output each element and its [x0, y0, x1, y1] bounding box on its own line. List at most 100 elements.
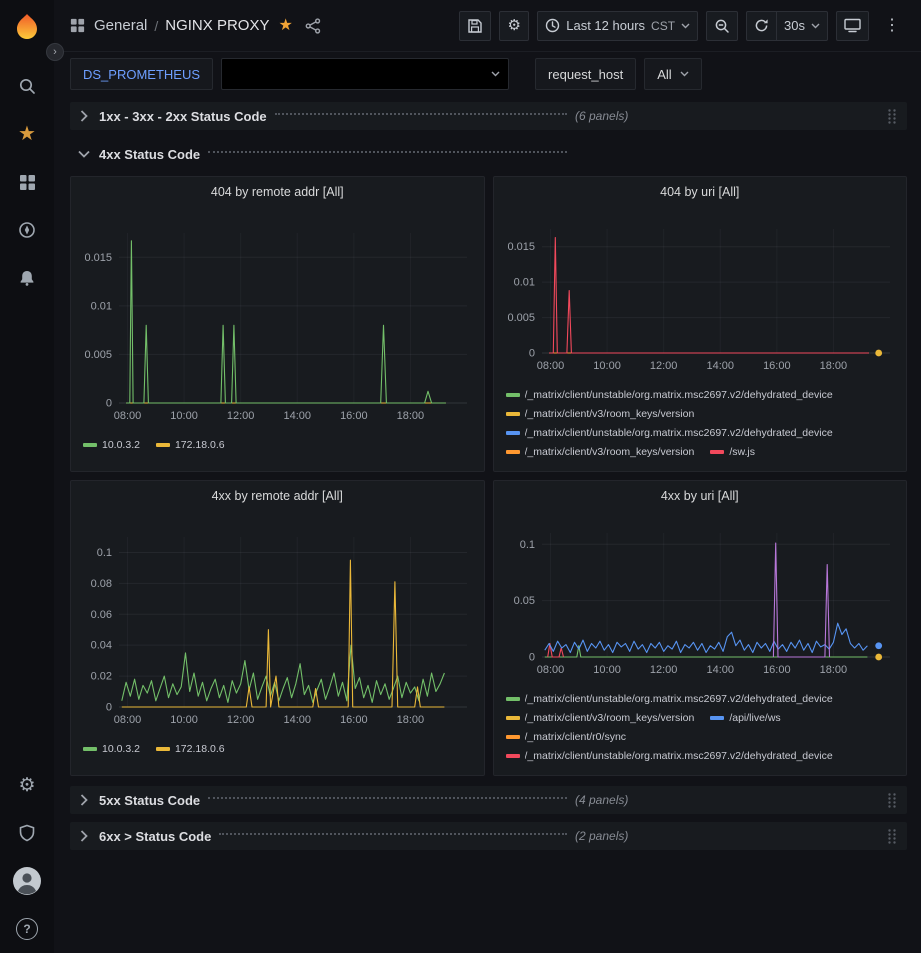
legend-item[interactable]: 172.18.0.6: [156, 436, 225, 454]
breadcrumb-title[interactable]: NGINX PROXY: [165, 17, 269, 34]
legend-item[interactable]: /api/live/ws: [710, 709, 780, 727]
svg-text:18:00: 18:00: [397, 714, 425, 726]
time-series-chart[interactable]: 00.020.040.060.080.108:0010:0012:0014:00…: [73, 511, 484, 736]
svg-text:08:00: 08:00: [536, 360, 564, 372]
svg-text:10:00: 10:00: [593, 360, 621, 372]
sidebar-item-configuration[interactable]: ⚙: [0, 761, 54, 809]
refresh-button[interactable]: [746, 11, 777, 41]
svg-text:10:00: 10:00: [593, 664, 621, 676]
legend-label: /_matrix/client/r0/sync: [525, 728, 627, 746]
legend-swatch: [506, 754, 520, 758]
main-area: General / NGINX PROXY ★ ⚙: [54, 0, 921, 953]
legend-item[interactable]: /sw.js: [710, 443, 755, 461]
chevron-down-icon: [811, 23, 820, 29]
refresh-group: 30s: [746, 11, 828, 41]
apps-grid-icon: [70, 18, 85, 33]
row-4xx[interactable]: 4xx Status Code: [70, 140, 907, 168]
sidebar-item-starred[interactable]: ★: [0, 110, 54, 158]
svg-text:10:00: 10:00: [170, 714, 198, 726]
time-series-chart[interactable]: 00.0050.010.01508:0010:0012:0014:0016:00…: [496, 207, 907, 382]
time-series-chart[interactable]: 00.0050.010.01508:0010:0012:0014:0016:00…: [73, 207, 484, 432]
legend-item[interactable]: /_matrix/client/v3/room_keys/version: [506, 405, 695, 423]
panel-title[interactable]: 4xx by uri [All]: [494, 481, 907, 511]
row-title: 5xx Status Code: [99, 793, 200, 808]
legend-swatch: [506, 716, 520, 720]
row-panel-count: (4 panels): [575, 793, 628, 807]
sidebar-item-search[interactable]: [0, 62, 54, 110]
sidebar-item-help[interactable]: ?: [0, 905, 54, 953]
time-range-picker[interactable]: Last 12 hours CST: [537, 11, 698, 41]
legend-swatch: [156, 443, 170, 447]
svg-text:0.01: 0.01: [91, 300, 112, 312]
breadcrumb-section[interactable]: General: [94, 17, 147, 34]
row-1xx-3xx-2xx[interactable]: 1xx - 3xx - 2xx Status Code (6 panels): [70, 102, 907, 130]
panel-4xx-by-uri: 4xx by uri [All] 00.050.108:0010:0012:00…: [493, 480, 908, 776]
legend-item[interactable]: /_matrix/client/r0/sync: [506, 728, 627, 746]
svg-text:0.015: 0.015: [507, 241, 535, 253]
search-icon: [18, 77, 36, 95]
gear-icon: ⚙: [508, 18, 521, 33]
sidebar-item-server-admin[interactable]: [0, 809, 54, 857]
svg-text:0: 0: [528, 348, 534, 360]
legend-item[interactable]: /_matrix/client/unstable/org.matrix.msc2…: [506, 747, 833, 765]
legend-item[interactable]: 10.0.3.2: [83, 436, 140, 454]
save-dashboard-button[interactable]: [459, 11, 491, 41]
row-6xx[interactable]: 6xx > Status Code (2 panels): [70, 822, 907, 850]
svg-text:10:00: 10:00: [170, 410, 198, 422]
row-drag-handle[interactable]: [887, 792, 897, 809]
datasource-variable-label[interactable]: DS_PROMETHEUS: [70, 58, 213, 90]
legend-label: /_matrix/client/unstable/org.matrix.msc2…: [525, 424, 833, 442]
chevron-right-icon: [78, 110, 90, 122]
grafana-logo[interactable]: [10, 10, 44, 44]
sidebar-item-explore[interactable]: [0, 206, 54, 254]
chart-legend: 10.0.3.2 172.18.0.6: [71, 432, 484, 471]
avatar: [13, 867, 41, 895]
legend-item[interactable]: /_matrix/client/unstable/org.matrix.msc2…: [506, 386, 833, 404]
svg-text:16:00: 16:00: [340, 410, 368, 422]
dashboard-settings-button[interactable]: ⚙: [499, 11, 529, 41]
zoom-out-button[interactable]: [706, 11, 738, 41]
sidebar-item-dashboards[interactable]: [0, 158, 54, 206]
legend-item[interactable]: 10.0.3.2: [83, 740, 140, 758]
svg-text:18:00: 18:00: [397, 410, 425, 422]
sidebar-expand-button[interactable]: ›: [46, 43, 64, 61]
legend-item[interactable]: /_matrix/client/unstable/org.matrix.msc2…: [506, 690, 833, 708]
legend-item[interactable]: /_matrix/client/unstable/org.matrix.msc2…: [506, 424, 833, 442]
request-host-label-text: request_host: [548, 67, 623, 82]
panel-title[interactable]: 404 by uri [All]: [494, 177, 907, 207]
legend-label: /_matrix/client/v3/room_keys/version: [525, 405, 695, 423]
clock-icon: [545, 18, 560, 33]
request-host-variable-dropdown[interactable]: All: [644, 58, 701, 90]
time-series-chart[interactable]: 00.050.108:0010:0012:0014:0016:0018:00: [496, 511, 907, 686]
legend-label: /sw.js: [729, 443, 755, 461]
request-host-variable-label[interactable]: request_host: [535, 58, 636, 90]
sidebar-item-alerting[interactable]: [0, 254, 54, 302]
save-icon: [467, 18, 483, 34]
zoom-out-icon: [714, 18, 730, 34]
legend-item[interactable]: /_matrix/client/v3/room_keys/version: [506, 709, 695, 727]
row-drag-handle[interactable]: [887, 828, 897, 845]
chevron-down-icon: [78, 150, 90, 158]
star-icon: ★: [18, 124, 36, 144]
share-icon[interactable]: [305, 18, 321, 34]
refresh-interval-dropdown[interactable]: 30s: [777, 11, 828, 41]
kebab-menu-button[interactable]: ⋮: [877, 11, 907, 41]
legend-item[interactable]: /_matrix/client/v3/room_keys/version: [506, 443, 695, 461]
panel-title[interactable]: 4xx by remote addr [All]: [71, 481, 484, 511]
chevron-down-icon: [681, 23, 690, 29]
sidebar-item-profile[interactable]: [0, 857, 54, 905]
row-5xx[interactable]: 5xx Status Code (4 panels): [70, 786, 907, 814]
datasource-variable-dropdown[interactable]: [221, 58, 509, 90]
legend-swatch: [710, 450, 724, 454]
row-title: 6xx > Status Code: [99, 829, 211, 844]
chart-legend: /_matrix/client/unstable/org.matrix.msc2…: [494, 686, 907, 775]
legend-label: /_matrix/client/unstable/org.matrix.msc2…: [525, 690, 833, 708]
favorite-star-icon[interactable]: ★: [278, 18, 292, 34]
tv-mode-button[interactable]: [836, 11, 869, 41]
row-drag-handle[interactable]: [887, 108, 897, 125]
panel-title[interactable]: 404 by remote addr [All]: [71, 177, 484, 207]
legend-label: /_matrix/client/v3/room_keys/version: [525, 709, 695, 727]
chevron-right-icon: [78, 794, 90, 806]
legend-item[interactable]: 172.18.0.6: [156, 740, 225, 758]
grafana-app: ★ ⚙: [0, 0, 921, 953]
